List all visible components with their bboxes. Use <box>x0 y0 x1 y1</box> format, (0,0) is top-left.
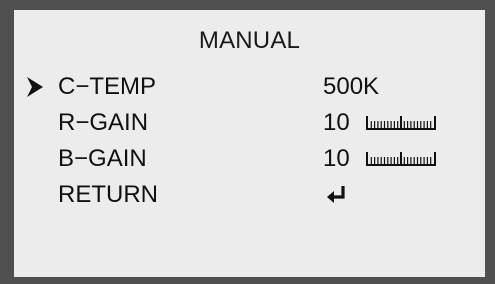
bar-tick <box>423 121 425 128</box>
bar-tick <box>390 157 392 164</box>
bar-end-right <box>434 116 436 130</box>
bar-tick <box>370 157 372 164</box>
bar-tick <box>383 157 386 164</box>
b-gain-level-bar[interactable] <box>366 152 436 166</box>
menu-item-r-gain[interactable]: R−GAIN 10 <box>14 108 485 138</box>
menu-item-label[interactable]: R−GAIN <box>58 108 148 138</box>
bar-tick <box>420 121 422 128</box>
bar-tick <box>407 121 409 128</box>
bar-tick <box>393 121 395 128</box>
menu-item-label[interactable]: B−GAIN <box>58 144 147 174</box>
bar-tick <box>374 121 376 128</box>
bar-tick <box>403 157 405 164</box>
bar-tick <box>416 157 419 164</box>
bar-tick <box>430 157 432 164</box>
bar-tick <box>413 121 415 128</box>
bar-tick <box>397 121 399 128</box>
bar-tick <box>393 157 395 164</box>
bar-tick <box>420 157 422 164</box>
bar-level-marker <box>400 116 402 130</box>
bar-tick <box>416 121 419 128</box>
bar-tick <box>413 157 415 164</box>
bar-tick <box>410 121 412 128</box>
r-gain-level-bar[interactable] <box>366 116 436 130</box>
bar-tick <box>426 121 428 128</box>
selection-cursor-icon <box>27 77 43 97</box>
bar-tick <box>387 157 389 164</box>
bar-tick <box>377 157 379 164</box>
bar-end-left <box>366 116 368 130</box>
return-arrow-icon <box>327 186 345 203</box>
bar-tick <box>383 121 386 128</box>
bar-tick <box>370 121 372 128</box>
bar-tick <box>390 121 392 128</box>
menu-item-label[interactable]: C−TEMP <box>58 72 156 102</box>
c-temp-value: 500K <box>323 73 380 100</box>
bar-tick <box>410 157 412 164</box>
bar-tick <box>374 157 376 164</box>
bar-tick <box>377 121 379 128</box>
menu-title: MANUAL <box>198 27 301 54</box>
menu-item-return[interactable]: RETURN <box>14 180 485 210</box>
bar-tick <box>380 121 382 128</box>
bar-tick <box>387 121 389 128</box>
r-gain-value: 10 <box>323 109 350 136</box>
bar-end-left <box>366 152 368 166</box>
osd-menu-panel: MANUAL C−TEMP 500K R−GAIN 10 B−GAIN 10 R… <box>14 10 485 277</box>
bar-tick <box>397 157 399 164</box>
b-gain-value: 10 <box>323 145 350 172</box>
menu-item-label[interactable]: RETURN <box>58 180 158 210</box>
bar-tick <box>380 157 382 164</box>
osd-frame: MANUAL C−TEMP 500K R−GAIN 10 B−GAIN 10 R… <box>0 0 495 284</box>
menu-item-b-gain[interactable]: B−GAIN 10 <box>14 144 485 174</box>
bar-level-marker <box>400 152 402 166</box>
menu-item-c-temp[interactable]: C−TEMP 500K <box>14 72 485 102</box>
bar-tick <box>430 121 432 128</box>
bar-tick <box>426 157 428 164</box>
bar-tick <box>407 157 409 164</box>
bar-tick <box>403 121 405 128</box>
bar-tick <box>423 157 425 164</box>
bar-end-right <box>434 152 436 166</box>
